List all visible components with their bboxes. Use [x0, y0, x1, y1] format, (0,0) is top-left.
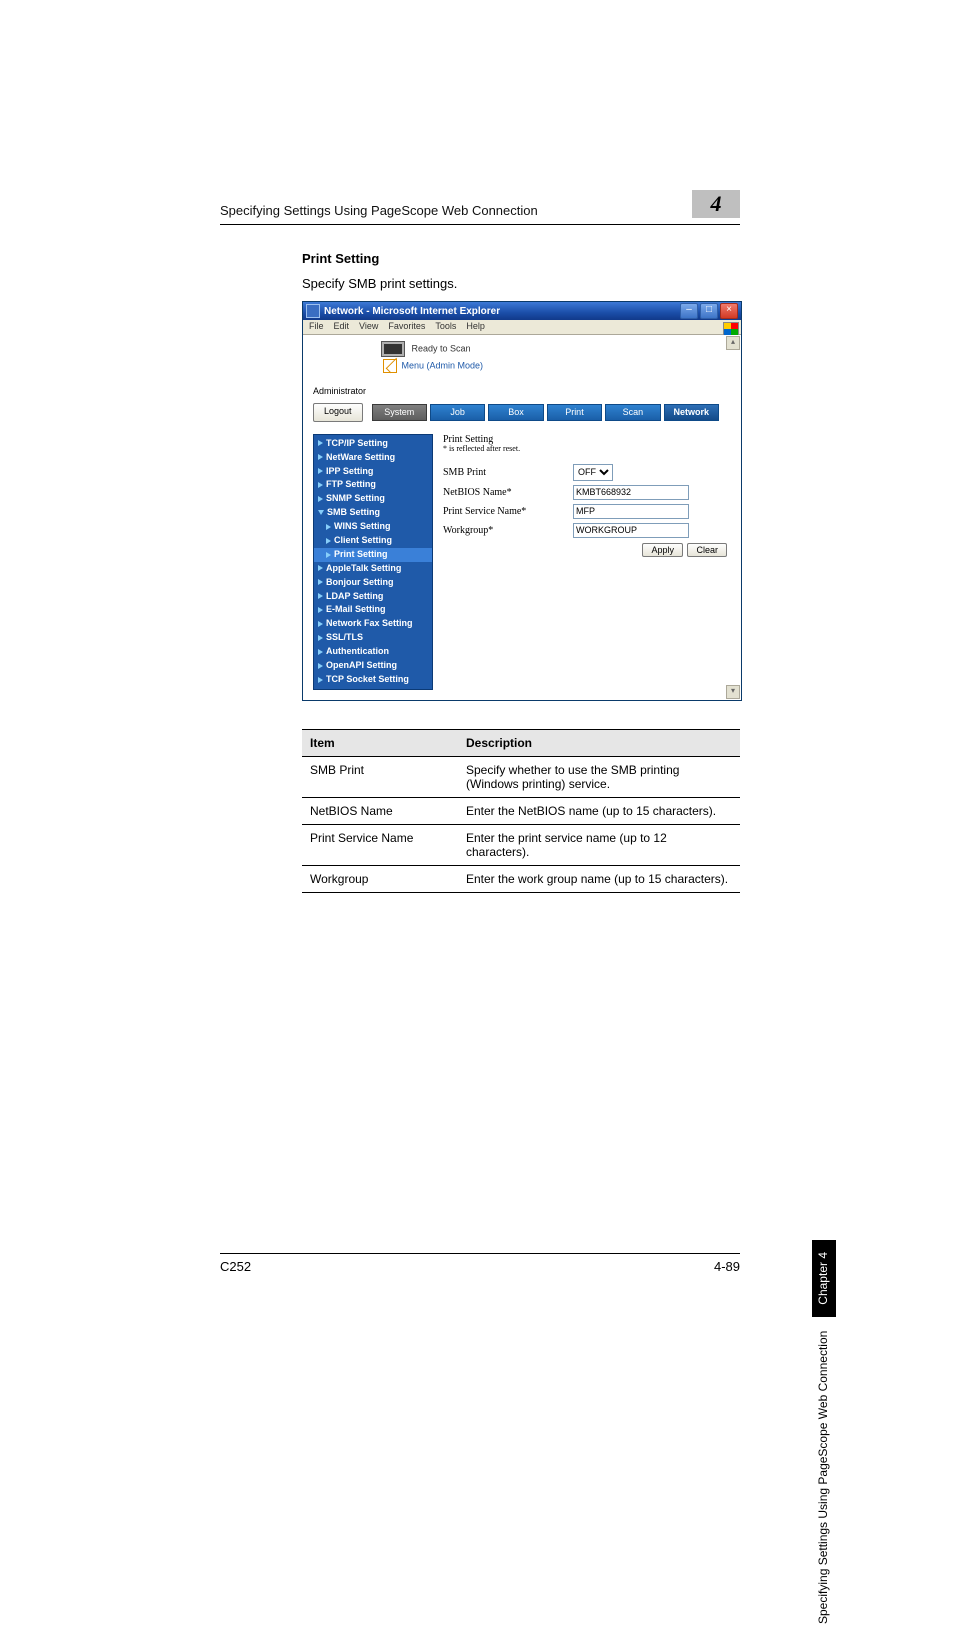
- tab-system[interactable]: System: [372, 404, 427, 421]
- table-row: NetBIOS Name Enter the NetBIOS name (up …: [302, 797, 740, 824]
- page-footer: C252 4-89: [220, 1259, 740, 1274]
- cell-desc: Enter the print service name (up to 12 c…: [458, 824, 740, 865]
- titlebar: Network - Microsoft Internet Explorer – …: [303, 302, 741, 320]
- menu-file[interactable]: File: [309, 322, 324, 332]
- nav-ipp[interactable]: IPP Setting: [314, 465, 432, 479]
- smb-print-select[interactable]: OFF: [573, 464, 613, 481]
- menu-mode-label: Menu (Admin Mode): [402, 360, 484, 370]
- print-service-input[interactable]: [573, 504, 689, 519]
- nav-tcpip[interactable]: TCP/IP Setting: [314, 437, 432, 451]
- menubar: File Edit View Favorites Tools Help: [303, 320, 741, 335]
- netbios-label: NetBIOS Name*: [443, 487, 573, 498]
- table-row: Print Service Name Enter the print servi…: [302, 824, 740, 865]
- minimize-button[interactable]: –: [680, 303, 698, 319]
- nav-netfax[interactable]: Network Fax Setting: [314, 617, 432, 631]
- tab-network[interactable]: Network: [664, 404, 719, 421]
- side-tab: Specifying Settings Using PageScope Web …: [812, 1240, 836, 1638]
- clear-button[interactable]: Clear: [687, 543, 727, 557]
- browser-window: Network - Microsoft Internet Explorer – …: [302, 301, 742, 701]
- running-head: Specifying Settings Using PageScope Web …: [220, 203, 538, 218]
- window-title: Network - Microsoft Internet Explorer: [324, 306, 680, 317]
- chapter-number-box: 4: [692, 190, 740, 218]
- tab-scan[interactable]: Scan: [605, 404, 660, 421]
- cell-item: Print Service Name: [302, 824, 458, 865]
- cell-item: Workgroup: [302, 865, 458, 892]
- menu-edit[interactable]: Edit: [334, 322, 350, 332]
- footer-left: C252: [220, 1259, 251, 1274]
- nav-tcpsocket[interactable]: TCP Socket Setting: [314, 673, 432, 687]
- description-table: Item Description SMB Print Specify wheth…: [302, 729, 740, 893]
- cell-desc: Specify whether to use the SMB printing …: [458, 756, 740, 797]
- menu-help[interactable]: Help: [466, 322, 485, 332]
- nav-ftp[interactable]: FTP Setting: [314, 478, 432, 492]
- cell-item: NetBIOS Name: [302, 797, 458, 824]
- maximize-button[interactable]: □: [700, 303, 718, 319]
- workgroup-input[interactable]: [573, 523, 689, 538]
- nav-smb-client[interactable]: Client Setting: [314, 534, 432, 548]
- nav-ssl[interactable]: SSL/TLS: [314, 631, 432, 645]
- panel-note: * is reflected after reset.: [443, 445, 731, 454]
- nav-appletalk[interactable]: AppleTalk Setting: [314, 562, 432, 576]
- tab-box[interactable]: Box: [488, 404, 543, 421]
- th-desc: Description: [458, 729, 740, 756]
- print-service-label: Print Service Name*: [443, 506, 573, 517]
- th-item: Item: [302, 729, 458, 756]
- menu-tools[interactable]: Tools: [435, 322, 456, 332]
- table-row: SMB Print Specify whether to use the SMB…: [302, 756, 740, 797]
- side-tab-chapter: Chapter 4: [812, 1240, 836, 1317]
- nav-email[interactable]: E-Mail Setting: [314, 603, 432, 617]
- menu-favorites[interactable]: Favorites: [388, 322, 425, 332]
- footer-right: 4-89: [714, 1259, 740, 1274]
- menu-view[interactable]: View: [359, 322, 378, 332]
- tab-job[interactable]: Job: [430, 404, 485, 421]
- nav-netware[interactable]: NetWare Setting: [314, 451, 432, 465]
- admin-label: Administrator: [303, 373, 741, 403]
- nav-snmp[interactable]: SNMP Setting: [314, 492, 432, 506]
- main-panel: Print Setting * is reflected after reset…: [443, 434, 731, 690]
- nav-ldap[interactable]: LDAP Setting: [314, 590, 432, 604]
- workgroup-label: Workgroup*: [443, 525, 573, 536]
- ie-icon: [306, 304, 320, 318]
- section-title: Print Setting: [302, 251, 740, 266]
- tab-print[interactable]: Print: [547, 404, 602, 421]
- close-button[interactable]: ×: [720, 303, 738, 319]
- table-row: Workgroup Enter the work group name (up …: [302, 865, 740, 892]
- cell-desc: Enter the NetBIOS name (up to 15 charact…: [458, 797, 740, 824]
- scroll-down-icon[interactable]: ▾: [726, 685, 740, 699]
- nav-auth[interactable]: Authentication: [314, 645, 432, 659]
- footer-rule: [220, 1253, 740, 1254]
- side-tab-label: Specifying Settings Using PageScope Web …: [812, 1317, 836, 1638]
- section-body: Specify SMB print settings.: [302, 276, 740, 291]
- nav-bonjour[interactable]: Bonjour Setting: [314, 576, 432, 590]
- apply-button[interactable]: Apply: [642, 543, 683, 557]
- nav-openapi[interactable]: OpenAPI Setting: [314, 659, 432, 673]
- header-rule: [220, 224, 740, 225]
- scroll-up-icon[interactable]: ▴: [726, 336, 740, 350]
- logout-button[interactable]: Logout: [313, 403, 363, 422]
- cell-item: SMB Print: [302, 756, 458, 797]
- device-icon: [381, 341, 405, 357]
- ie-throbber-icon: [723, 322, 739, 336]
- brand-icon: [383, 359, 397, 373]
- netbios-input[interactable]: [573, 485, 689, 500]
- side-nav: TCP/IP Setting NetWare Setting IPP Setti…: [313, 434, 433, 690]
- smb-print-label: SMB Print: [443, 467, 573, 478]
- nav-smb-wins[interactable]: WINS Setting: [314, 520, 432, 534]
- nav-smb-print[interactable]: Print Setting: [314, 548, 432, 562]
- nav-smb[interactable]: SMB Setting: [314, 506, 432, 520]
- device-status: Ready to Scan: [412, 343, 471, 353]
- cell-desc: Enter the work group name (up to 15 char…: [458, 865, 740, 892]
